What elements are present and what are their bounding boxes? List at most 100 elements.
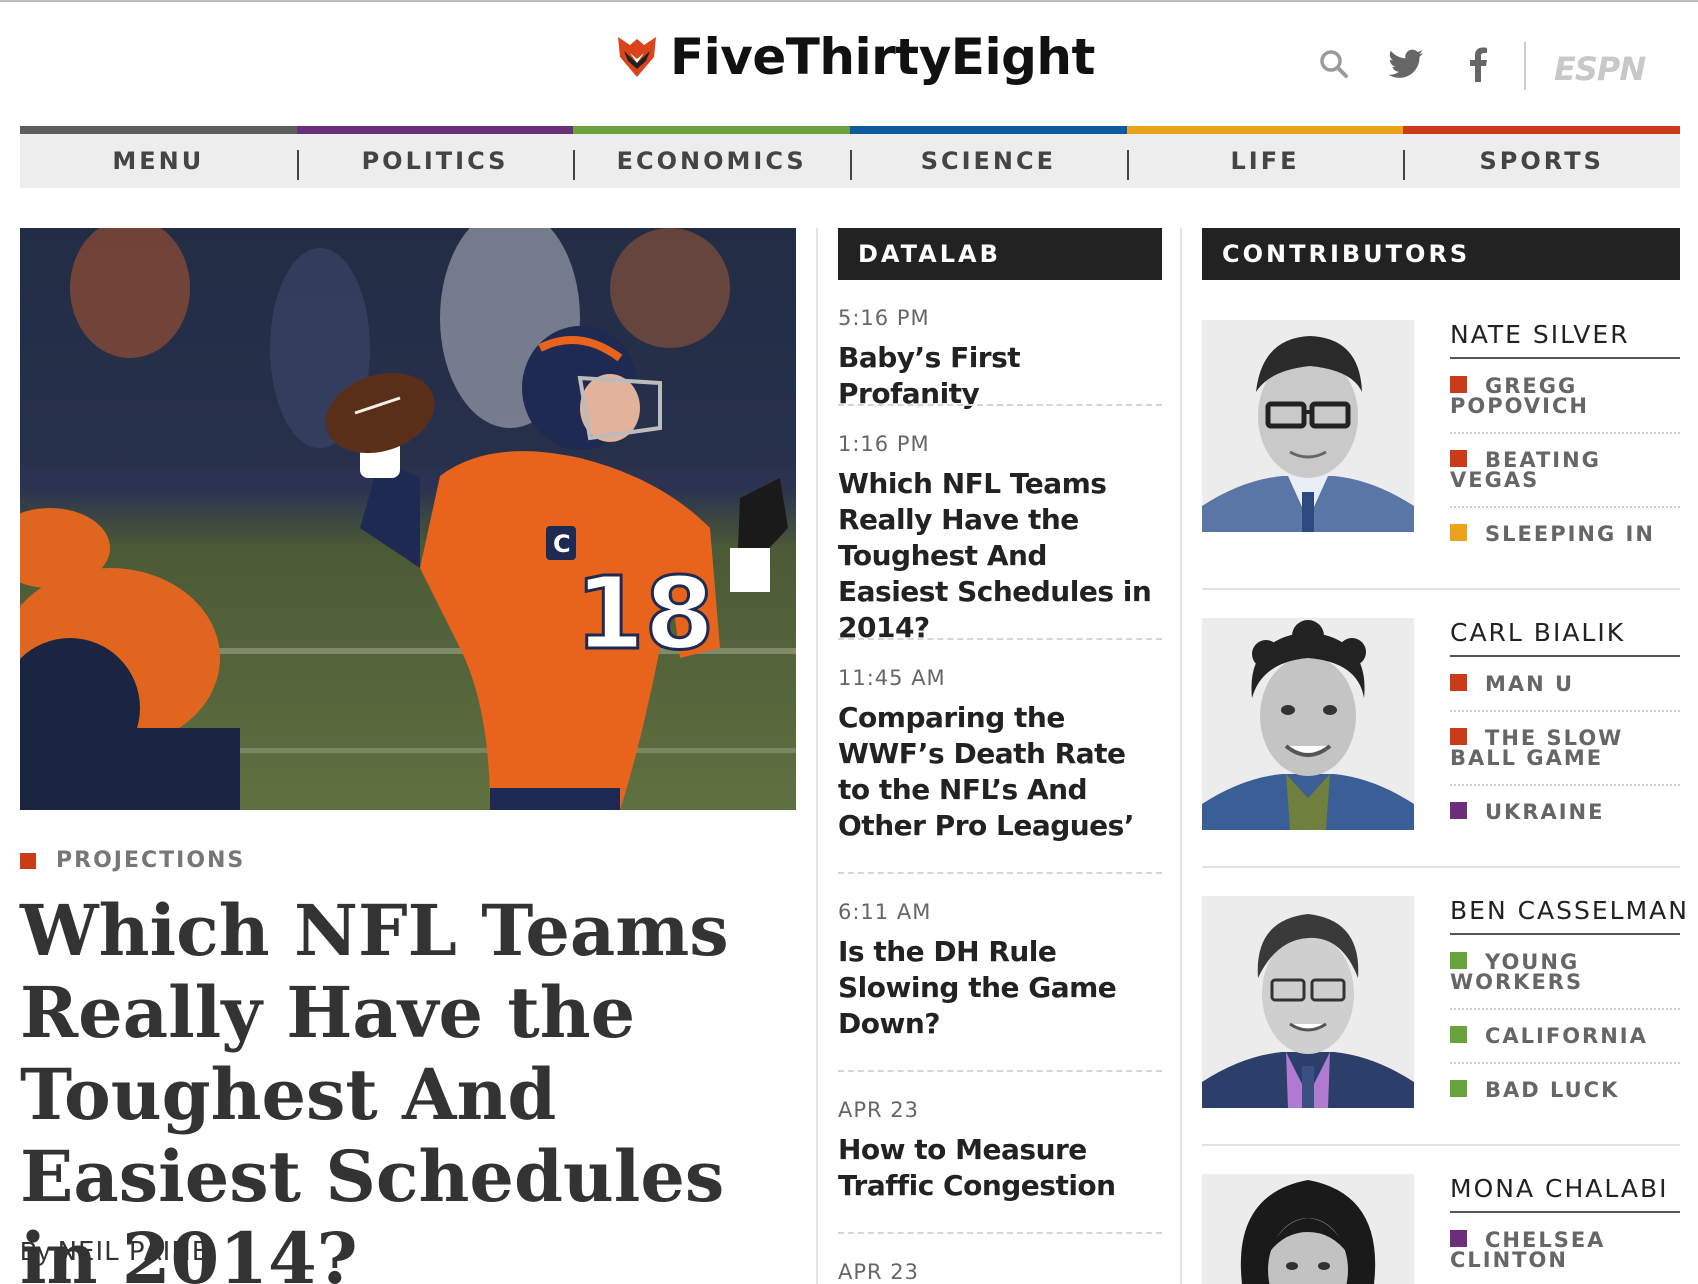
nav-life[interactable]: LIFE bbox=[1126, 126, 1404, 188]
link-line-1: SLEEPING IN bbox=[1485, 522, 1655, 546]
nav-economics[interactable]: ECONOMICS bbox=[573, 126, 851, 188]
contributor-portrait[interactable] bbox=[1202, 618, 1414, 830]
datalab-heading[interactable]: DATALAB bbox=[838, 228, 1162, 280]
dotted-divider bbox=[1450, 432, 1680, 434]
nav-sports[interactable]: SPORTS bbox=[1403, 126, 1681, 188]
site-title: FiveThirtyEight bbox=[670, 28, 1095, 86]
header-divider bbox=[1524, 42, 1526, 90]
contributor-link[interactable]: GREGG POPOVICH bbox=[1450, 376, 1680, 417]
contributor-divider bbox=[1202, 866, 1680, 868]
column-divider bbox=[816, 228, 818, 1284]
datalab-item: 5:16 PM Baby’s First Profanity bbox=[838, 306, 1162, 412]
topic-color-square bbox=[1450, 524, 1467, 541]
search-icon[interactable] bbox=[1316, 46, 1352, 82]
contributor-name[interactable]: MONA CHALABI bbox=[1450, 1174, 1680, 1213]
contributor-card: CARL BIALIK MAN U THE SLOW BALL GAME UKRA… bbox=[1202, 618, 1680, 868]
topic-color-square bbox=[1450, 450, 1467, 467]
contributor-link[interactable]: UKRAINE bbox=[1450, 800, 1680, 824]
datalab-title[interactable]: How to Measure Traffic Congestion bbox=[838, 1132, 1162, 1204]
datalab-title[interactable]: Baby’s First Profanity bbox=[838, 340, 1162, 412]
dashed-divider bbox=[838, 404, 1162, 406]
datalab-time: 5:16 PM bbox=[838, 306, 930, 330]
contributor-link[interactable]: CHELSEA CLINTON bbox=[1450, 1230, 1680, 1272]
nav-politics[interactable]: POLITICS bbox=[296, 126, 574, 188]
contributor-card: BEN CASSELMAN YOUNG WORKERS CALIFORNIA BA… bbox=[1202, 896, 1687, 1146]
dotted-divider bbox=[1450, 1062, 1680, 1064]
nav-color-bar bbox=[1126, 126, 1404, 134]
datalab-item: 1:16 PM Which NFL Teams Really Have the … bbox=[838, 432, 1162, 646]
topic-color-square bbox=[1450, 728, 1467, 745]
contributor-portrait[interactable] bbox=[1202, 1174, 1414, 1284]
espn-logo[interactable]: ESPN bbox=[1554, 50, 1646, 88]
category-label: PROJECTIONS bbox=[56, 848, 246, 873]
nav-label: MENU bbox=[112, 147, 205, 175]
contributor-link[interactable]: BEATING VEGAS bbox=[1450, 450, 1680, 491]
contributor-link[interactable]: SLEEPING IN bbox=[1450, 522, 1680, 546]
contributor-link[interactable]: BAD LUCK bbox=[1450, 1078, 1680, 1102]
topic-color-square bbox=[1450, 376, 1467, 393]
contributor-divider bbox=[1202, 588, 1680, 590]
hero-headline[interactable]: Which NFL Teams Really Have the Toughest… bbox=[20, 890, 800, 1284]
datalab-time: 6:11 AM bbox=[838, 900, 932, 924]
link-line-1: BAD LUCK bbox=[1485, 1078, 1620, 1102]
dashed-divider bbox=[838, 1232, 1162, 1234]
link-line-1: MAN U bbox=[1485, 672, 1575, 696]
byline-author[interactable]: NEIL PAINE bbox=[58, 1237, 210, 1267]
nav-color-bar bbox=[573, 126, 851, 134]
contributor-name[interactable]: CARL BIALIK bbox=[1450, 618, 1680, 657]
datalab-time: APR 23 bbox=[838, 1098, 920, 1122]
datalab-item: APR 23 bbox=[838, 1260, 1162, 1284]
nav-label: ECONOMICS bbox=[616, 147, 807, 175]
dotted-divider bbox=[1450, 1008, 1680, 1010]
hero-category[interactable]: PROJECTIONS bbox=[20, 848, 245, 873]
nav-color-bar bbox=[296, 126, 574, 134]
datalab-title[interactable]: Comparing the WWF’s Death Rate to the NF… bbox=[838, 700, 1162, 844]
contributor-name[interactable]: NATE SILVER bbox=[1450, 320, 1680, 359]
contributor-card: NATE SILVER GREGG POPOVICH BEATING VEGAS S… bbox=[1202, 320, 1680, 590]
nav-label: SPORTS bbox=[1479, 147, 1604, 175]
topic-color-square bbox=[1450, 952, 1467, 969]
datalab-title[interactable]: Which NFL Teams Really Have the Toughest… bbox=[838, 466, 1162, 646]
twitter-icon[interactable] bbox=[1388, 46, 1424, 82]
contributor-name[interactable]: BEN CASSELMAN bbox=[1450, 896, 1687, 935]
nav-color-bar bbox=[1403, 126, 1681, 134]
facebook-icon[interactable] bbox=[1460, 46, 1496, 82]
hero-image[interactable]: 18 C bbox=[20, 228, 796, 810]
nav-color-bar bbox=[20, 126, 297, 134]
contributor-card: MONA CHALABI CHELSEA CLINTON bbox=[1202, 1174, 1680, 1284]
contributor-portrait[interactable] bbox=[1202, 320, 1414, 532]
contributors-heading[interactable]: CONTRIBUTORS bbox=[1202, 228, 1680, 280]
link-line-1: UKRAINE bbox=[1485, 800, 1605, 824]
hero-byline: By NEIL PAINE bbox=[20, 1236, 209, 1267]
topic-color-square bbox=[1450, 1230, 1467, 1247]
top-rule bbox=[0, 0, 1698, 2]
main-nav: MENU POLITICS ECONOMICS SCIENCE LIFE SPO… bbox=[20, 126, 1681, 188]
contributor-portrait[interactable] bbox=[1202, 896, 1414, 1108]
datalab-time: 11:45 AM bbox=[838, 666, 946, 690]
contributor-link[interactable]: YOUNG WORKERS bbox=[1450, 952, 1680, 994]
contributor-divider bbox=[1202, 1144, 1680, 1146]
nav-menu[interactable]: MENU bbox=[20, 126, 297, 188]
link-line-2: WORKERS bbox=[1450, 970, 1584, 994]
dashed-divider bbox=[838, 638, 1162, 640]
fox-logo-icon bbox=[618, 37, 656, 77]
nav-label: SCIENCE bbox=[920, 147, 1057, 175]
captain-patch: C bbox=[553, 530, 571, 558]
dotted-divider bbox=[1450, 710, 1680, 712]
dotted-divider bbox=[1450, 506, 1680, 508]
link-line-1: CALIFORNIA bbox=[1485, 1024, 1648, 1048]
column-divider bbox=[1180, 228, 1182, 1284]
link-line-2: CLINTON bbox=[1450, 1248, 1568, 1272]
datalab-time: APR 23 bbox=[838, 1260, 920, 1284]
nav-science[interactable]: SCIENCE bbox=[850, 126, 1127, 188]
contributor-link[interactable]: CALIFORNIA bbox=[1450, 1024, 1680, 1048]
datalab-title[interactable]: Is the DH Rule Slowing the Game Down? bbox=[838, 934, 1162, 1042]
topic-color-square bbox=[1450, 1080, 1467, 1097]
contributor-link[interactable]: THE SLOW BALL GAME bbox=[1450, 728, 1680, 769]
jersey-number: 18 bbox=[575, 555, 714, 672]
contributor-link[interactable]: MAN U bbox=[1450, 672, 1680, 696]
nav-color-bar bbox=[850, 126, 1127, 134]
site-logo[interactable]: FiveThirtyEight bbox=[616, 26, 1095, 88]
category-color-square bbox=[20, 852, 36, 869]
topic-color-square bbox=[1450, 1026, 1467, 1043]
